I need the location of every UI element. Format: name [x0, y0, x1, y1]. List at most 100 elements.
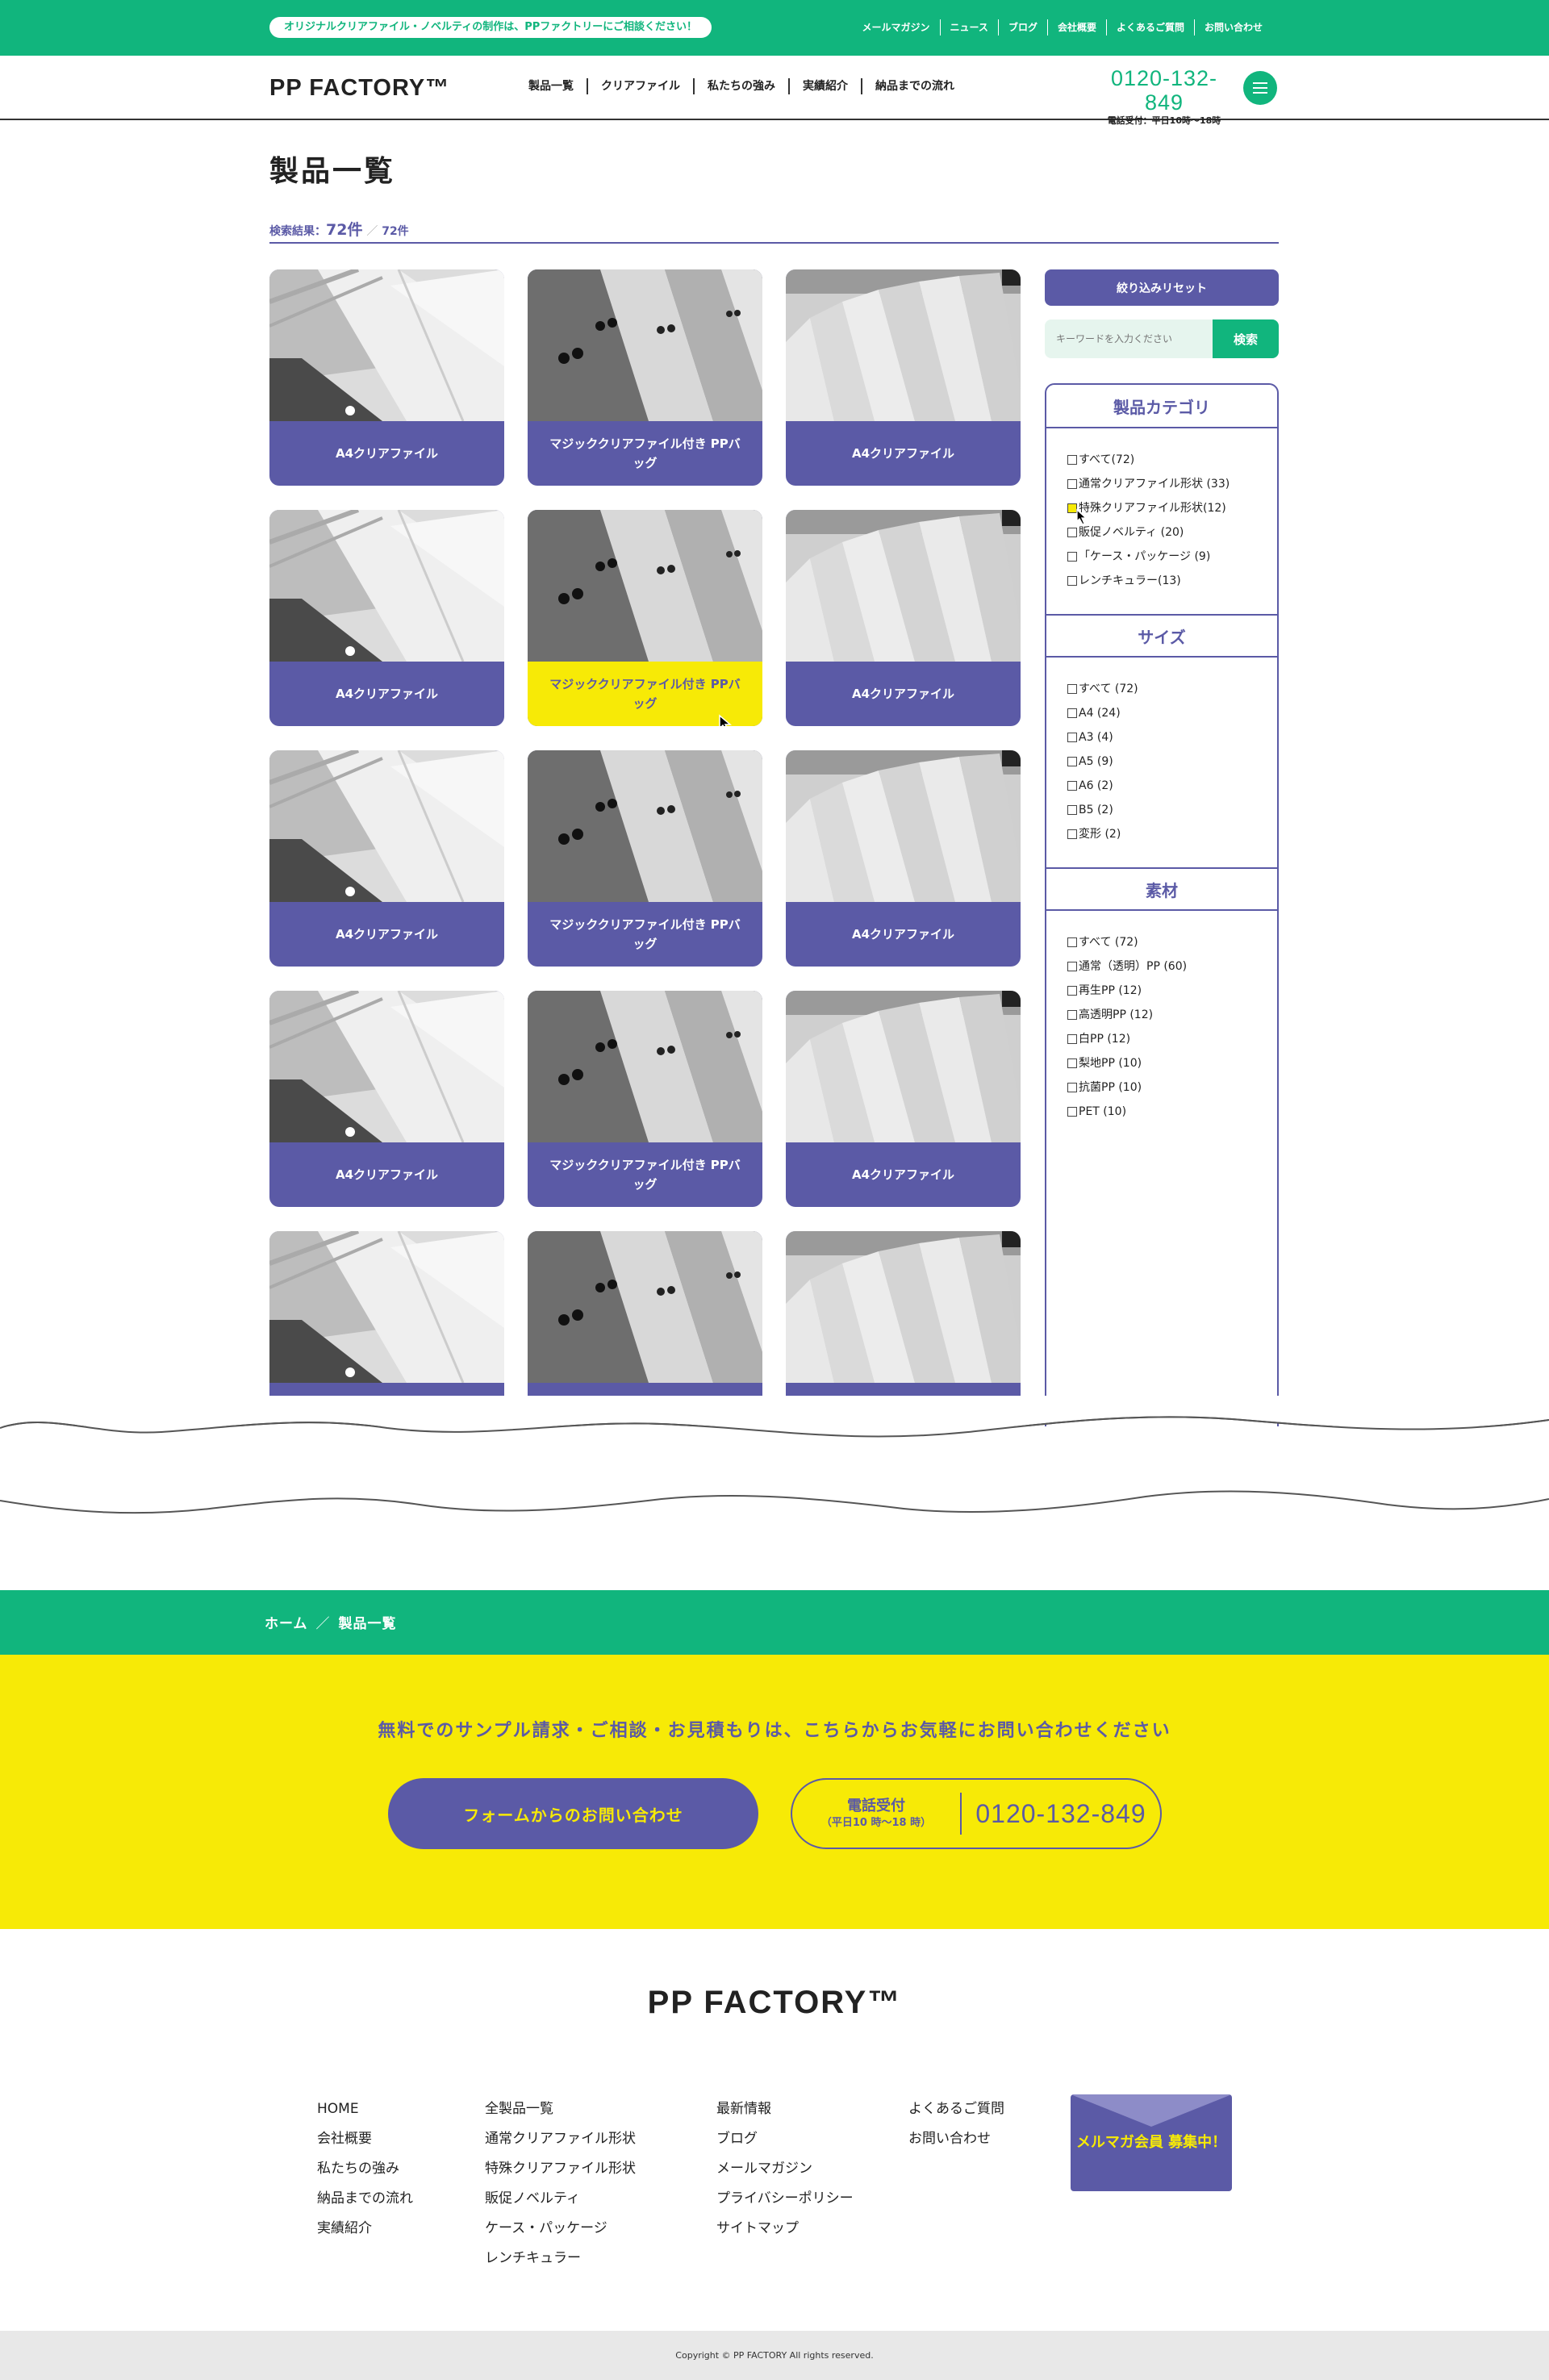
checkbox[interactable]	[1067, 962, 1077, 971]
product-card[interactable]: A4クリアファイル	[269, 510, 504, 726]
nav-clearfile[interactable]: クリアファイル	[587, 78, 693, 94]
filter-option-label: 高透明PP (12)	[1079, 1008, 1154, 1021]
footer-link[interactable]: 会社概要	[317, 2124, 413, 2154]
product-card[interactable]: A4クリアファイル	[269, 750, 504, 967]
checkbox[interactable]	[1067, 455, 1077, 465]
filter-option[interactable]: すべて(72)	[1067, 448, 1230, 472]
product-card[interactable]: A4クリアファイル	[269, 269, 504, 486]
filter-option[interactable]: 特殊クリアファイル形状(12)	[1067, 496, 1230, 525]
checkbox[interactable]	[1067, 733, 1077, 742]
filter-option[interactable]: 再生PP (12)	[1067, 979, 1187, 1003]
product-card[interactable]: A4クリアファイル	[786, 269, 1021, 486]
footer-link[interactable]: よくあるご質問	[908, 2094, 1004, 2124]
filter-option[interactable]: A4 (24)	[1067, 701, 1138, 725]
checkbox[interactable]	[1067, 986, 1077, 996]
checkbox[interactable]	[1067, 757, 1077, 766]
checkbox[interactable]	[1067, 805, 1077, 815]
product-card[interactable]: マジッククリアファイル付き PPバッグ	[528, 991, 762, 1207]
product-card[interactable]: マジッククリアファイル付き PPバッグ	[528, 750, 762, 967]
checkbox[interactable]	[1067, 1034, 1077, 1044]
filter-option[interactable]: レンチキュラー(13)	[1067, 569, 1230, 593]
mailmagazine-banner[interactable]: メルマガ会員 募集中！	[1071, 2094, 1232, 2191]
filter-option[interactable]: A6 (2)	[1067, 774, 1138, 798]
checkbox[interactable]	[1067, 829, 1077, 839]
checkbox[interactable]	[1067, 937, 1077, 947]
checkbox[interactable]	[1067, 781, 1077, 791]
footer-link[interactable]: 販促ノベルティ	[485, 2184, 636, 2214]
toplink-contact[interactable]: お問い合わせ	[1193, 19, 1272, 35]
nav-works[interactable]: 実績紹介	[788, 78, 861, 94]
footer-link[interactable]: ケース・パッケージ	[485, 2214, 636, 2244]
checkbox[interactable]	[1067, 684, 1077, 694]
header-phone-number[interactable]: 0120-132-849	[1099, 66, 1230, 115]
footer-link[interactable]: HOME	[317, 2094, 413, 2124]
product-image	[528, 750, 762, 902]
filter-option[interactable]: 通常（透明）PP (60)	[1067, 954, 1187, 979]
filter-option[interactable]: 高透明PP (12)	[1067, 1003, 1187, 1027]
filter-reset-button[interactable]: 絞り込みリセット	[1045, 269, 1279, 306]
checkbox[interactable]	[1067, 552, 1077, 562]
toplink-company[interactable]: 会社概要	[1046, 19, 1106, 35]
contact-form-button[interactable]: フォームからのお問い合わせ	[388, 1778, 758, 1849]
footer-link[interactable]: メールマガジン	[716, 2154, 854, 2184]
filter-option[interactable]: 「ケース・パッケージ (9)	[1067, 545, 1230, 569]
footer-link[interactable]: 私たちの強み	[317, 2154, 413, 2184]
product-card[interactable]: マジッククリアファイル付き PPバッグ	[528, 269, 762, 486]
product-card-label: A4クリアファイル	[335, 1167, 439, 1182]
footer-link[interactable]: 実績紹介	[317, 2214, 413, 2244]
checkbox[interactable]	[1067, 1058, 1077, 1068]
product-card[interactable]: マジッククリアファイル付き PPバッグ	[528, 1231, 762, 1423]
footer-logo[interactable]: PP FACTORY™	[0, 1985, 1549, 2021]
filter-option[interactable]: 抗菌PP (10)	[1067, 1075, 1187, 1100]
filter-option[interactable]: A5 (9)	[1067, 749, 1138, 774]
filter-option[interactable]: 通常クリアファイル形状 (33)	[1067, 472, 1230, 496]
toplink-blog[interactable]: ブログ	[997, 19, 1047, 35]
product-card[interactable]: マジッククリアファイル付き PPバッグ	[528, 510, 762, 726]
footer-link[interactable]: 納品までの流れ	[317, 2184, 413, 2214]
site-logo[interactable]: PP FACTORY™	[269, 75, 449, 102]
checkbox[interactable]	[1067, 576, 1077, 586]
footer-link[interactable]: 特殊クリアファイル形状	[485, 2154, 636, 2184]
toplink-mailmagazine[interactable]: メールマガジン	[853, 19, 940, 35]
toplink-faq[interactable]: よくあるご質問	[1105, 19, 1194, 35]
keyword-search-button[interactable]: 検索	[1213, 319, 1279, 358]
filter-option[interactable]: PET (10)	[1067, 1100, 1187, 1124]
product-card[interactable]: A4クリアファイル	[786, 750, 1021, 967]
tel-number[interactable]: 0120-132-849	[962, 1799, 1160, 1829]
footer-link[interactable]: レンチキュラー	[485, 2244, 636, 2274]
checkbox[interactable]	[1067, 1083, 1077, 1092]
checkbox[interactable]	[1067, 1010, 1077, 1020]
keyword-search-input[interactable]	[1045, 319, 1213, 358]
nav-products[interactable]: 製品一覧	[528, 78, 587, 94]
product-card[interactable]: A4クリアファイル	[269, 1231, 504, 1423]
product-card[interactable]: A4クリアファイル	[786, 1231, 1021, 1423]
checkbox[interactable]	[1067, 479, 1077, 489]
filter-option[interactable]: A3 (4)	[1067, 725, 1138, 749]
footer-link[interactable]: 全製品一覧	[485, 2094, 636, 2124]
nav-flow[interactable]: 納品までの流れ	[861, 78, 967, 94]
filter-option[interactable]: 販促ノベルティ (20)	[1067, 520, 1230, 545]
filter-option[interactable]: B5 (2)	[1067, 798, 1138, 822]
checkbox[interactable]	[1067, 528, 1077, 537]
product-card[interactable]: A4クリアファイル	[786, 991, 1021, 1207]
checkbox[interactable]	[1067, 1107, 1077, 1117]
filter-option[interactable]: すべて (72)	[1067, 677, 1138, 701]
footer-link[interactable]: 最新情報	[716, 2094, 854, 2124]
nav-strengths[interactable]: 私たちの強み	[693, 78, 788, 94]
product-card[interactable]: A4クリアファイル	[786, 510, 1021, 726]
breadcrumb-home[interactable]: ホーム	[265, 1616, 308, 1632]
hamburger-icon[interactable]	[1243, 71, 1277, 105]
filter-option[interactable]: 梨地PP (10)	[1067, 1051, 1187, 1075]
checkbox[interactable]	[1067, 708, 1077, 718]
tel-contact-box[interactable]: 電話受付 （平日10 時〜18 時） 0120-132-849	[791, 1778, 1162, 1849]
filter-option[interactable]: すべて (72)	[1067, 930, 1187, 954]
footer-link[interactable]: サイトマップ	[716, 2214, 854, 2244]
filter-option[interactable]: 変形 (2)	[1067, 822, 1138, 846]
footer-link[interactable]: ブログ	[716, 2124, 854, 2154]
filter-option[interactable]: 白PP (12)	[1067, 1027, 1187, 1051]
footer-link[interactable]: 通常クリアファイル形状	[485, 2124, 636, 2154]
product-card[interactable]: A4クリアファイル	[269, 991, 504, 1207]
toplink-news[interactable]: ニュース	[939, 19, 998, 35]
footer-link[interactable]: お問い合わせ	[908, 2124, 1004, 2154]
footer-link[interactable]: プライバシーポリシー	[716, 2184, 854, 2214]
